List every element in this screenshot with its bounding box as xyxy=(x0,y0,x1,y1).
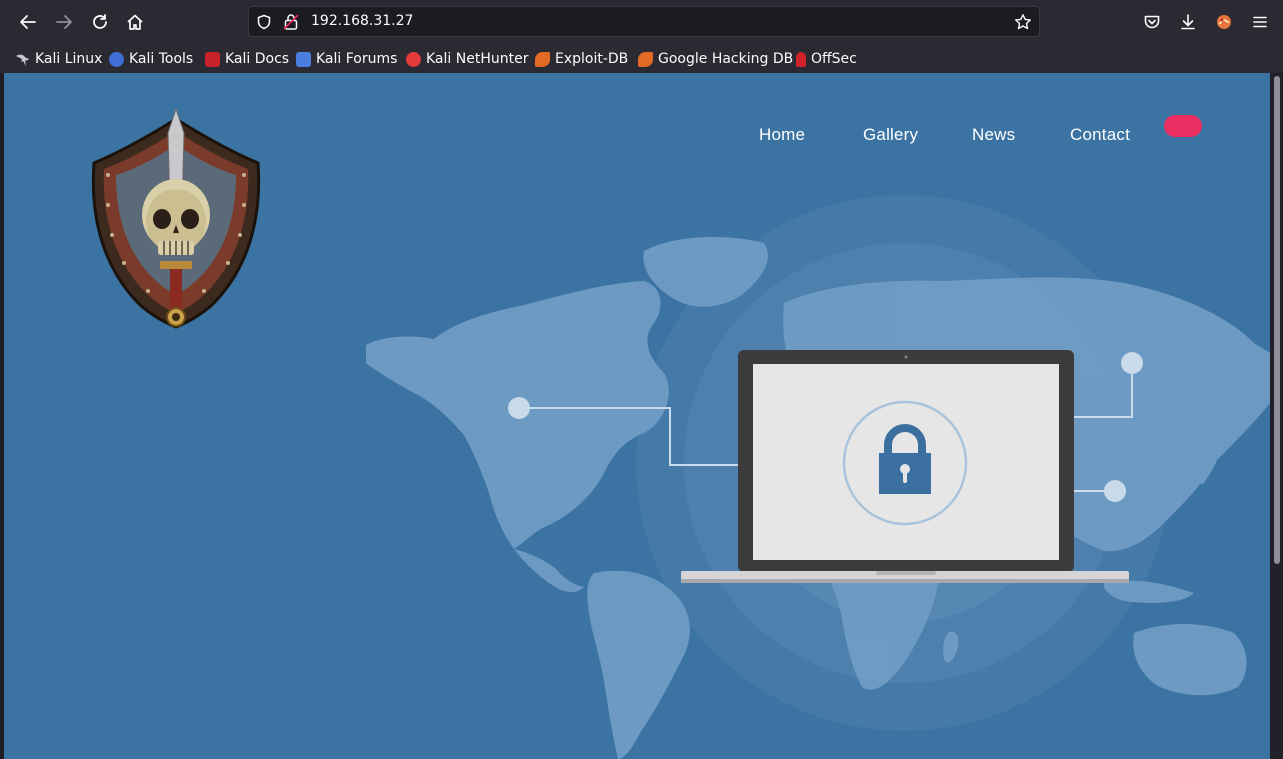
reload-icon xyxy=(93,14,107,29)
back-button[interactable] xyxy=(15,10,41,34)
node-east xyxy=(1104,480,1126,502)
bookmark-label: Kali Forums xyxy=(316,51,398,67)
url-text[interactable]: 192.168.31.27 xyxy=(311,13,413,29)
url-bar[interactable]: 192.168.31.27 xyxy=(248,6,1040,37)
continent-australia xyxy=(1133,624,1247,696)
continent-central-america xyxy=(514,549,584,593)
extension-icon xyxy=(1217,15,1231,29)
laptop-camera xyxy=(904,355,908,359)
laptop-notch xyxy=(876,571,936,575)
exploit-db-icon xyxy=(638,51,653,67)
forward-button[interactable] xyxy=(51,10,77,34)
kali-forums-icon xyxy=(296,51,311,67)
bookmark-label: Kali Tools xyxy=(129,51,194,67)
continent-south-america xyxy=(587,570,690,759)
insecure-lock-icon[interactable] xyxy=(283,13,299,31)
bookmark-kali-tools[interactable]: Kali Tools xyxy=(109,48,193,70)
nav-contact[interactable]: Contact xyxy=(1070,125,1130,145)
bookmark-label: Kali Linux xyxy=(35,51,103,67)
nav-accent-button[interactable] xyxy=(1164,115,1202,137)
bookmark-label: Exploit-DB xyxy=(555,51,629,67)
bookmark-label: OffSec xyxy=(811,51,857,67)
laptop-base-shadow xyxy=(681,579,1129,583)
shield-icon[interactable] xyxy=(256,14,272,30)
scrollbar-thumb[interactable] xyxy=(1274,76,1280,564)
pocket-icon xyxy=(1144,15,1160,29)
exploit-db-icon xyxy=(535,51,550,67)
bookmark-kali-docs[interactable]: Kali Docs xyxy=(205,48,289,70)
kali-nethunter-icon xyxy=(406,51,421,67)
download-icon xyxy=(1181,14,1195,30)
nav-news[interactable]: News xyxy=(972,125,1015,145)
node-west xyxy=(508,397,530,419)
home-button[interactable] xyxy=(122,10,148,34)
nav-home[interactable]: Home xyxy=(759,125,805,145)
page-viewport: Home Gallery News Contact xyxy=(4,73,1270,759)
bookmark-label: Google Hacking DB xyxy=(658,51,794,67)
kali-docs-icon xyxy=(205,51,220,67)
bookmark-offsec[interactable]: OffSec xyxy=(796,48,857,70)
bookmarks-toolbar: Kali Linux Kali Tools Kali Docs Kali For… xyxy=(0,44,1283,73)
bookmark-label: Kali Docs xyxy=(225,51,290,67)
bookmark-google-hacking-db[interactable]: Google Hacking DB xyxy=(638,48,793,70)
node-northeast xyxy=(1121,352,1143,374)
forward-arrow-icon xyxy=(56,15,72,29)
nav-gallery[interactable]: Gallery xyxy=(863,125,918,145)
browser-toolbar: 192.168.31.27 xyxy=(0,0,1283,44)
offsec-icon xyxy=(796,51,806,67)
hamburger-menu-icon xyxy=(1253,16,1267,28)
bookmark-exploit-db[interactable]: Exploit-DB xyxy=(535,48,628,70)
bookmark-label: Kali NetHunter xyxy=(426,51,529,67)
bookmark-kali-forums[interactable]: Kali Forums xyxy=(296,48,397,70)
bookmark-star-icon[interactable] xyxy=(1014,13,1032,31)
home-icon xyxy=(127,14,143,30)
back-arrow-icon xyxy=(20,15,36,29)
bookmark-kali-linux[interactable]: Kali Linux xyxy=(15,48,102,70)
site-logo-skull-shield[interactable] xyxy=(88,109,264,343)
bookmark-kali-nethunter[interactable]: Kali NetHunter xyxy=(406,48,528,70)
downloads-button[interactable] xyxy=(1175,10,1201,34)
menu-button[interactable] xyxy=(1247,10,1273,34)
reload-button[interactable] xyxy=(87,10,113,34)
extension-button[interactable] xyxy=(1211,10,1237,34)
pocket-button[interactable] xyxy=(1139,10,1165,34)
kali-dragon-icon xyxy=(15,52,30,67)
kali-tools-icon xyxy=(109,51,124,67)
